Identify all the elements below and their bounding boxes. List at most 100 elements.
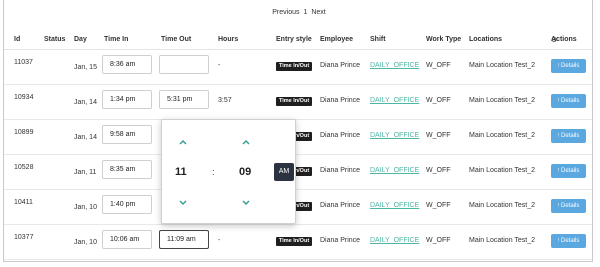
row-location: Main Location Test_2 bbox=[469, 132, 536, 139]
pagination-next[interactable]: Next bbox=[311, 9, 325, 16]
row-id: 11037 bbox=[14, 59, 33, 66]
row-day: Jan, 10 bbox=[74, 239, 97, 246]
picker-hour[interactable]: 11 bbox=[175, 166, 187, 178]
shift-link[interactable]: DAILY_OFFICE bbox=[370, 202, 419, 209]
row-location: Main Location Test_2 bbox=[469, 167, 536, 174]
row-id: 10377 bbox=[14, 234, 34, 241]
hour-up-chevron-up-icon[interactable] bbox=[176, 138, 190, 150]
details-button[interactable]: ! Details bbox=[551, 94, 586, 108]
details-button[interactable]: ! Details bbox=[551, 129, 586, 143]
row-location: Main Location Test_2 bbox=[469, 202, 536, 209]
info-icon: ! bbox=[557, 133, 560, 139]
col-day: Day bbox=[74, 36, 87, 43]
col-employee: Employee bbox=[320, 36, 354, 43]
row-work-type: W_OFF bbox=[426, 62, 451, 69]
table-row: 10528 Jan, 11 8:35 am Time In/Out Diana … bbox=[4, 155, 592, 190]
row-day: Jan, 14 bbox=[74, 99, 97, 106]
col-work-type: Work Type bbox=[426, 36, 462, 43]
info-icon: ! bbox=[557, 98, 560, 104]
col-hours: Hours bbox=[218, 36, 239, 43]
pagination: Previous 1 Next bbox=[4, 9, 594, 16]
col-shift: Shift bbox=[370, 36, 386, 43]
details-button[interactable]: ! Details bbox=[551, 164, 586, 178]
time-in-input[interactable]: 8:35 am bbox=[102, 160, 152, 179]
details-button[interactable]: ! Details bbox=[551, 59, 586, 73]
row-work-type: W_OFF bbox=[426, 132, 451, 139]
details-label: Details bbox=[561, 133, 580, 139]
table-row: 11037 Jan, 15 8:36 am - Time In/Out Dian… bbox=[4, 50, 592, 85]
info-icon: ! bbox=[557, 238, 560, 244]
time-in-input[interactable]: 9:58 am bbox=[102, 125, 152, 144]
row-work-type: W_OFF bbox=[426, 237, 451, 244]
shift-link[interactable]: DAILY_OFFICE bbox=[370, 97, 419, 104]
details-label: Details bbox=[561, 238, 580, 244]
table-row: 10377 Jan, 10 10:06 am 11:09 am - Time I… bbox=[4, 225, 592, 260]
col-time-in: Time In bbox=[104, 36, 129, 43]
row-hours: - bbox=[218, 237, 221, 244]
time-out-input[interactable]: 11:09 am bbox=[159, 230, 209, 249]
col-id: Id bbox=[14, 36, 21, 43]
am-pm-toggle[interactable]: AM bbox=[274, 163, 294, 181]
row-day: Jan, 10 bbox=[74, 204, 97, 211]
row-employee: Diana Prince bbox=[320, 237, 361, 244]
picker-minute[interactable]: 09 bbox=[239, 166, 251, 178]
table-row: 10411 Jan, 10 1:40 pm Time In/Out Diana … bbox=[4, 190, 592, 225]
row-work-type: W_OFF bbox=[426, 202, 451, 209]
hour-down-chevron-down-icon[interactable] bbox=[176, 199, 190, 211]
row-location: Main Location Test_2 bbox=[469, 237, 536, 244]
row-hours: 3:57 bbox=[218, 97, 232, 104]
entry-style-badge: Time In/Out bbox=[276, 237, 313, 246]
row-id: 10934 bbox=[14, 94, 34, 101]
info-icon: ! bbox=[557, 203, 560, 209]
minute-down-chevron-down-icon[interactable] bbox=[239, 199, 253, 211]
row-employee: Diana Prince bbox=[320, 202, 361, 209]
table-row: 10934 Jan, 14 1:34 pm 5:31 pm 3:57 Time … bbox=[4, 85, 592, 120]
time-out-input[interactable] bbox=[159, 55, 209, 74]
row-work-type: W_OFF bbox=[426, 167, 451, 174]
details-button[interactable]: ! Details bbox=[551, 199, 586, 213]
entry-style-badge: Time In/Out bbox=[276, 62, 313, 71]
row-id: 10411 bbox=[14, 199, 33, 206]
row-location: Main Location Test_2 bbox=[469, 62, 536, 69]
col-status: Status bbox=[44, 36, 66, 43]
details-label: Details bbox=[561, 168, 580, 174]
row-employee: Diana Prince bbox=[320, 167, 361, 174]
details-button[interactable]: ! Details bbox=[551, 234, 586, 248]
info-icon: ! bbox=[557, 63, 560, 69]
time-picker-popover: 11 : 09 AM bbox=[161, 119, 296, 224]
time-in-input[interactable]: 1:34 pm bbox=[102, 90, 152, 109]
col-actions-label: Actions bbox=[551, 36, 577, 43]
col-time-out: Time Out bbox=[161, 36, 192, 43]
shift-link[interactable]: DAILY_OFFICE bbox=[370, 237, 419, 244]
row-hours: - bbox=[218, 62, 221, 69]
timesheet-panel: Previous 1 Next Id Status Day Time In Ti… bbox=[3, 0, 593, 262]
time-out-input[interactable]: 5:31 pm bbox=[159, 90, 209, 109]
row-work-type: W_OFF bbox=[426, 97, 451, 104]
row-employee: Diana Prince bbox=[320, 62, 361, 69]
row-id: 10899 bbox=[14, 129, 34, 136]
row-employee: Diana Prince bbox=[320, 132, 361, 139]
table-header: Id Status Day Time In Time Out Hours Ent… bbox=[4, 36, 594, 48]
time-in-input[interactable]: 1:40 pm bbox=[102, 195, 152, 214]
minute-up-chevron-up-icon[interactable] bbox=[239, 138, 253, 150]
row-id: 10528 bbox=[14, 164, 34, 171]
row-day: Jan, 11 bbox=[74, 169, 97, 176]
shift-link[interactable]: DAILY_OFFICE bbox=[370, 132, 419, 139]
col-entry-style: Entry style bbox=[276, 36, 312, 43]
time-in-input[interactable]: 8:36 am bbox=[102, 55, 152, 74]
entry-style-badge: Time In/Out bbox=[276, 97, 313, 106]
shift-link[interactable]: DAILY_OFFICE bbox=[370, 62, 419, 69]
info-icon: ! bbox=[557, 168, 560, 174]
row-location: Main Location Test_2 bbox=[469, 97, 536, 104]
shift-link[interactable]: DAILY_OFFICE bbox=[370, 167, 419, 174]
col-locations: Locations bbox=[469, 36, 503, 43]
details-label: Details bbox=[561, 63, 580, 69]
details-label: Details bbox=[561, 98, 580, 104]
pagination-prev[interactable]: Previous bbox=[272, 9, 299, 16]
pagination-page[interactable]: 1 bbox=[303, 9, 307, 16]
row-day: Jan, 15 bbox=[74, 64, 97, 71]
time-in-input[interactable]: 10:06 am bbox=[102, 230, 152, 249]
row-employee: Diana Prince bbox=[320, 97, 361, 104]
table-row: 10899 Jan, 14 9:58 am Time In/Out Diana … bbox=[4, 120, 592, 155]
picker-separator: : bbox=[212, 167, 215, 177]
